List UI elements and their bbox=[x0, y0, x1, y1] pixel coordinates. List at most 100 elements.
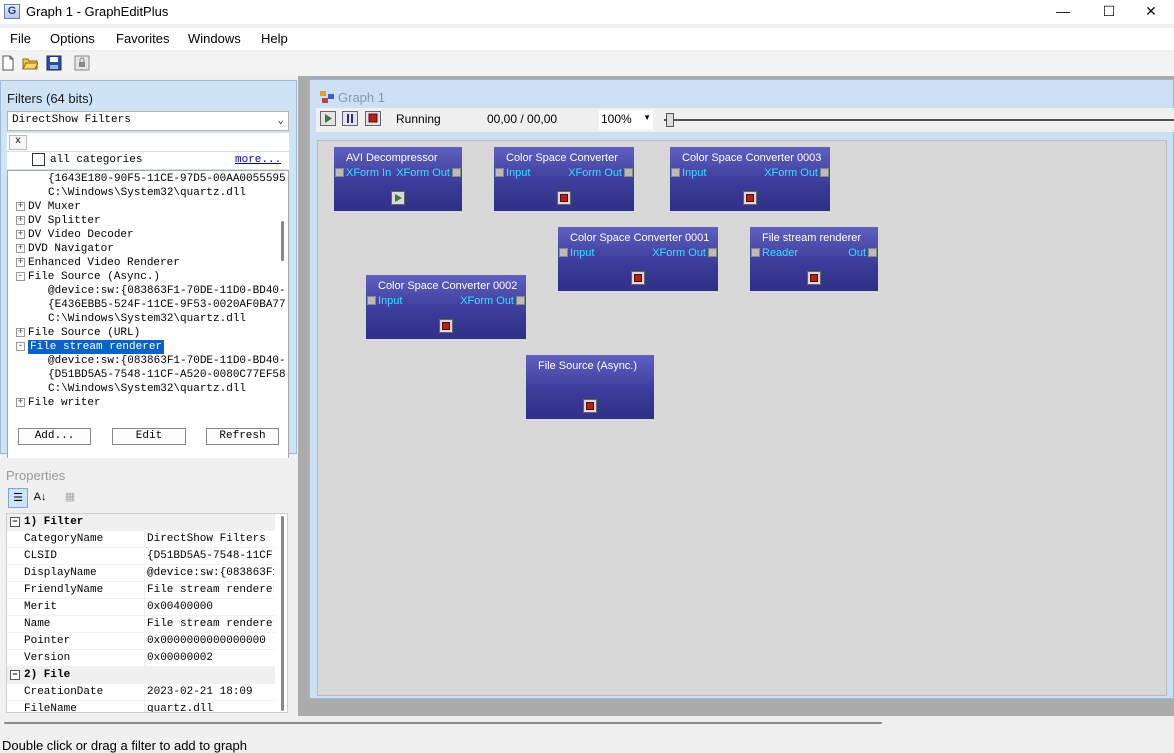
input-pin-label[interactable]: Input bbox=[570, 247, 594, 259]
expand-icon[interactable]: + bbox=[16, 244, 25, 253]
zoom-dropdown[interactable]: 100% ▼ bbox=[599, 110, 653, 130]
input-pin-connector[interactable] bbox=[559, 248, 568, 257]
output-pin-label[interactable]: XForm Out bbox=[396, 167, 450, 179]
output-pin-label[interactable]: XForm Out bbox=[568, 167, 622, 179]
seek-track[interactable] bbox=[664, 119, 1174, 121]
output-pin-label[interactable]: XForm Out bbox=[764, 167, 818, 179]
play-button[interactable] bbox=[320, 111, 336, 126]
collapse-icon[interactable]: - bbox=[16, 342, 25, 351]
output-pin-connector[interactable] bbox=[868, 248, 877, 257]
output-pin-connector[interactable] bbox=[624, 168, 633, 177]
property-row[interactable]: Name File stream renderer bbox=[7, 616, 275, 633]
save-icon[interactable] bbox=[46, 55, 62, 71]
property-row[interactable]: Pointer 0x0000000000000000 bbox=[7, 633, 275, 650]
input-pin-label[interactable]: Input bbox=[506, 167, 530, 179]
graph-canvas[interactable]: AVI Decompressor XForm In XForm Out Color S… bbox=[317, 140, 1167, 696]
collapse-icon[interactable]: − bbox=[10, 670, 20, 680]
property-row[interactable]: CLSID {D51BD5A5-7548-11CF-A5 bbox=[7, 548, 275, 565]
filter-stop-button[interactable] bbox=[439, 319, 453, 333]
properties-scroll-thumb[interactable] bbox=[281, 516, 284, 711]
tree-scroll-thumb[interactable] bbox=[281, 221, 284, 261]
close-button[interactable]: ✕ bbox=[1128, 0, 1174, 24]
output-pin-connector[interactable] bbox=[820, 168, 829, 177]
menu-favorites[interactable]: Favorites bbox=[116, 31, 169, 46]
seek-slider-thumb[interactable] bbox=[666, 113, 674, 127]
filter-node[interactable]: AVI Decompressor XForm In XForm Out bbox=[334, 147, 462, 211]
output-pin-connector[interactable] bbox=[452, 168, 461, 177]
output-pin-connector[interactable] bbox=[516, 296, 525, 305]
property-pages-icon[interactable]: ▦ bbox=[60, 488, 80, 508]
tree-node-label: File Source (URL) bbox=[28, 327, 141, 339]
menu-windows[interactable]: Windows bbox=[188, 31, 241, 46]
filter-node[interactable]: Color Space Converter 0003 Input XForm Out bbox=[670, 147, 830, 211]
property-category-title: 1) Filter bbox=[24, 516, 84, 528]
filter-stop-button[interactable] bbox=[631, 271, 645, 285]
filter-node[interactable]: Color Space Converter 0001 Input XForm Out bbox=[558, 227, 718, 291]
more-link[interactable]: more... bbox=[235, 154, 281, 166]
property-row[interactable]: FileName quartz.dll bbox=[7, 701, 275, 712]
maximize-button[interactable]: ☐ bbox=[1086, 0, 1132, 24]
property-row[interactable]: CreationDate 2023-02-21 18:09 bbox=[7, 684, 275, 701]
collapse-icon[interactable]: − bbox=[10, 517, 20, 527]
input-pin-label[interactable]: Reader bbox=[762, 247, 798, 259]
menu-help[interactable]: Help bbox=[261, 31, 288, 46]
input-pin-connector[interactable] bbox=[367, 296, 376, 305]
property-category[interactable]: −1) Filter bbox=[7, 514, 275, 531]
input-pin-label[interactable]: XForm In bbox=[346, 167, 391, 179]
output-pin-label[interactable]: XForm Out bbox=[652, 247, 706, 259]
tree-vertical-scrollbar[interactable] bbox=[278, 171, 288, 487]
expand-icon[interactable]: + bbox=[16, 328, 25, 337]
property-row[interactable]: DisplayName @device:sw:{083863F1-7 bbox=[7, 565, 275, 582]
all-categories-checkbox[interactable] bbox=[32, 153, 45, 166]
filter-stop-button[interactable] bbox=[557, 191, 571, 205]
input-pin-label[interactable]: Input bbox=[378, 295, 402, 307]
categorized-view-icon[interactable]: ☰ bbox=[8, 488, 28, 508]
input-pin-connector[interactable] bbox=[751, 248, 760, 257]
menu-file[interactable]: File bbox=[10, 31, 31, 46]
category-dropdown[interactable]: DirectShow Filters ⌄ bbox=[7, 111, 289, 131]
minimize-button[interactable]: — bbox=[1040, 0, 1086, 24]
output-pin-label[interactable]: Out bbox=[848, 247, 866, 259]
menu-options[interactable]: Options bbox=[50, 31, 95, 46]
expand-icon[interactable]: + bbox=[16, 202, 25, 211]
filter-node[interactable]: Color Space Converter 0002 Input XForm Out bbox=[366, 275, 526, 339]
filter-stop-button[interactable] bbox=[583, 399, 597, 413]
output-pin-connector[interactable] bbox=[708, 248, 717, 257]
collapse-icon[interactable]: - bbox=[16, 272, 25, 281]
properties-scrollbar[interactable] bbox=[279, 514, 287, 712]
new-file-icon[interactable] bbox=[0, 55, 16, 71]
expand-icon[interactable]: + bbox=[16, 216, 25, 225]
property-category[interactable]: −2) File bbox=[7, 667, 275, 684]
input-pin-connector[interactable] bbox=[335, 168, 344, 177]
input-pin-label[interactable]: Input bbox=[682, 167, 706, 179]
input-pin-connector[interactable] bbox=[495, 168, 504, 177]
filter-node[interactable]: File Source (Async.) bbox=[526, 355, 654, 419]
expand-icon[interactable]: + bbox=[16, 258, 25, 267]
filter-stop-button[interactable] bbox=[807, 271, 821, 285]
add-filter-button[interactable]: Add... bbox=[18, 428, 91, 445]
edit-filter-button[interactable]: Edit bbox=[112, 428, 186, 445]
expand-icon[interactable]: + bbox=[16, 230, 25, 239]
pause-button[interactable] bbox=[342, 111, 358, 126]
property-name: Pointer bbox=[24, 635, 71, 647]
stop-button[interactable] bbox=[365, 111, 381, 126]
property-row[interactable]: Version 0x00000002 bbox=[7, 650, 275, 667]
open-folder-icon[interactable] bbox=[22, 55, 38, 71]
output-pin-label[interactable]: XForm Out bbox=[460, 295, 514, 307]
expand-icon[interactable]: + bbox=[16, 398, 25, 407]
filter-node[interactable]: Color Space Converter Input XForm Out bbox=[494, 147, 634, 211]
filter-stop-button[interactable] bbox=[743, 191, 757, 205]
input-pin-connector[interactable] bbox=[671, 168, 680, 177]
property-row[interactable]: CategoryName DirectShow Filters bbox=[7, 531, 275, 548]
filter-node[interactable]: File stream renderer Reader Out bbox=[750, 227, 878, 291]
property-row[interactable]: Merit 0x00400000 bbox=[7, 599, 275, 616]
clear-filter-button[interactable]: x bbox=[9, 135, 27, 150]
filter-play-button[interactable] bbox=[391, 191, 405, 205]
refresh-button[interactable]: Refresh bbox=[206, 428, 279, 445]
sort-alpha-icon[interactable]: A↓ bbox=[30, 488, 50, 508]
lock-icon[interactable] bbox=[74, 55, 90, 71]
main-horizontal-scrollbar[interactable] bbox=[4, 722, 882, 724]
filter-search-row[interactable]: x bbox=[7, 133, 289, 151]
properties-grid[interactable]: −1) Filter CategoryName DirectShow Filters… bbox=[6, 513, 288, 713]
property-row[interactable]: FriendlyName File stream renderer bbox=[7, 582, 275, 599]
